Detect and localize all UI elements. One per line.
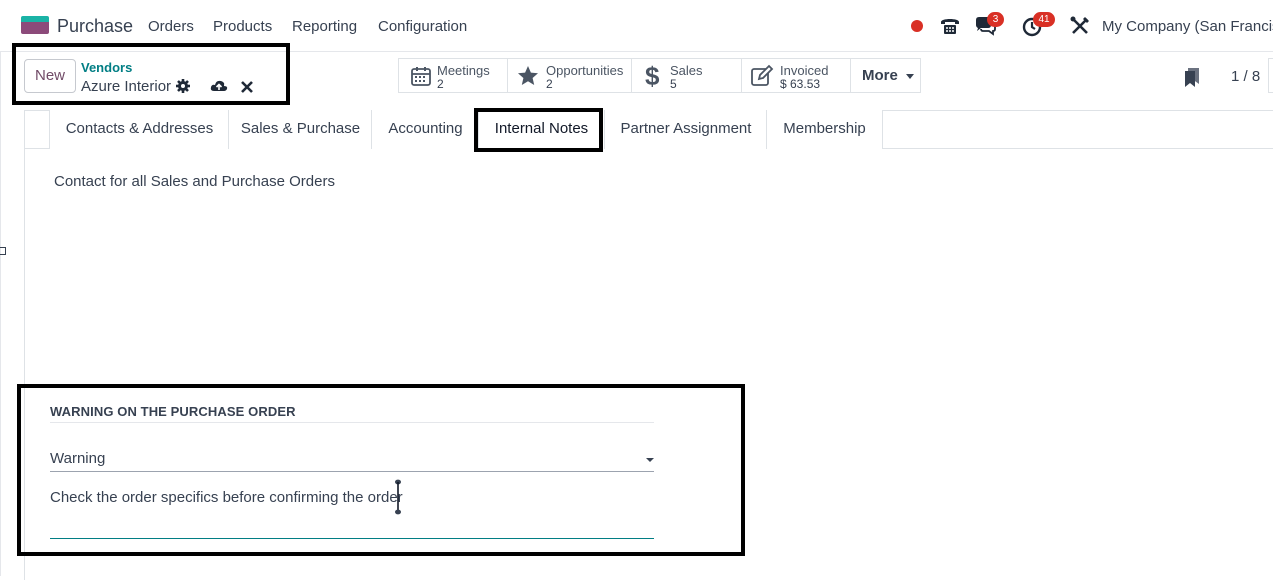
calendar-icon [409,64,433,88]
opportunities-count: 2 [546,77,553,91]
status-indicator[interactable] [911,20,923,32]
meetings-count: 2 [437,77,444,91]
select-caret-icon [646,458,654,462]
app-logo-icon[interactable] [21,16,49,34]
cloud-save-icon[interactable] [210,78,228,94]
warning-type-select[interactable]: Warning [50,450,654,472]
company-switcher[interactable]: My Company (San Francisco) [1102,18,1273,35]
discard-close-icon[interactable] [240,78,256,94]
record-title: Azure Interior [81,78,172,95]
section-divider [50,422,654,423]
tab-partner-assignment[interactable]: Partner Assignment [604,110,767,149]
resize-handle[interactable] [0,247,6,255]
tab-internal-notes[interactable]: Internal Notes [478,110,605,149]
sales-smart-button[interactable]: $ Sales 5 [631,58,742,93]
svg-text:$: $ [645,62,660,90]
debug-tools-icon[interactable] [1068,14,1092,38]
dollar-icon: $ [640,61,664,91]
tab-sales-purchase[interactable]: Sales & Purchase [228,110,372,149]
bookmarks-icon[interactable] [1183,66,1201,88]
pager-value[interactable]: 1 / 8 [1231,68,1260,85]
phone-icon[interactable] [938,14,962,38]
opportunities-smart-button[interactable]: Opportunities 2 [507,58,632,93]
top-navbar: Purchase Orders Products Reporting Confi… [0,0,1273,52]
breadcrumb-vendors[interactable]: Vendors [81,60,132,75]
activities-badge: 41 [1033,12,1055,27]
meetings-smart-button[interactable]: Meetings 2 [398,58,508,93]
pager-next-button[interactable] [1268,58,1273,93]
warning-message-field[interactable]: Check the order specifics before confirm… [50,489,654,539]
menu-configuration[interactable]: Configuration [378,18,467,35]
more-label: More [862,67,898,84]
text-cursor-icon [395,479,401,515]
menu-reporting[interactable]: Reporting [292,18,357,35]
app-name[interactable]: Purchase [57,16,133,37]
new-button[interactable]: New [24,59,76,93]
sales-label: Sales [670,63,703,78]
more-dropdown-button[interactable]: More [850,58,921,93]
star-icon [516,64,540,88]
invoice-edit-icon [750,64,774,88]
caret-down-icon [906,73,915,79]
invoiced-amount: $ 63.53 [780,77,821,91]
tab-accounting[interactable]: Accounting [371,110,479,149]
sales-count: 5 [670,77,677,91]
menu-orders[interactable]: Orders [148,18,194,35]
left-border [0,52,1,576]
gear-icon[interactable] [175,78,191,94]
opportunities-label: Opportunities [546,63,624,78]
invoiced-smart-button[interactable]: Invoiced $ 63.53 [741,58,851,93]
messages-badge: 3 [987,12,1004,27]
warning-section-title: WARNING ON THE PURCHASE ORDER [50,404,296,419]
warning-message-text: Check the order specifics before confirm… [50,489,403,506]
tab-membership[interactable]: Membership [766,110,883,149]
meetings-label: Meetings [437,63,490,78]
internal-notes-field[interactable]: Contact for all Sales and Purchase Order… [54,173,335,190]
invoiced-label: Invoiced [780,63,829,78]
tab-contacts-addresses[interactable]: Contacts & Addresses [49,110,229,149]
warning-type-value: Warning [50,450,106,467]
menu-products[interactable]: Products [213,18,272,35]
